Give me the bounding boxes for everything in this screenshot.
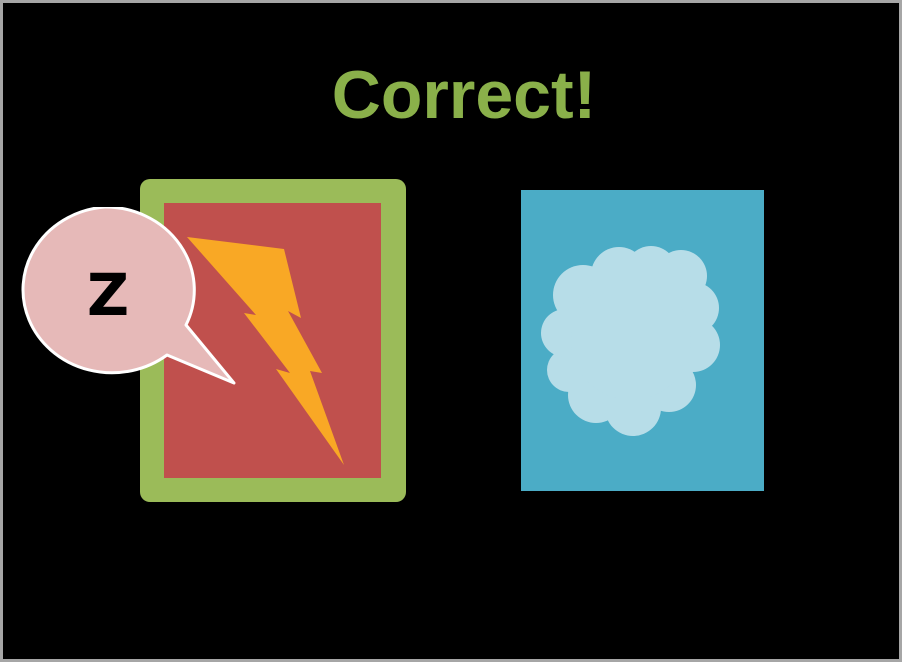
game-screen: Correct! Z [0,0,902,662]
speech-bubble-letter: Z [86,261,130,329]
cloud-icon [541,246,720,436]
feedback-message: Correct! [331,57,597,133]
choice-card-cloud[interactable] [521,190,764,491]
